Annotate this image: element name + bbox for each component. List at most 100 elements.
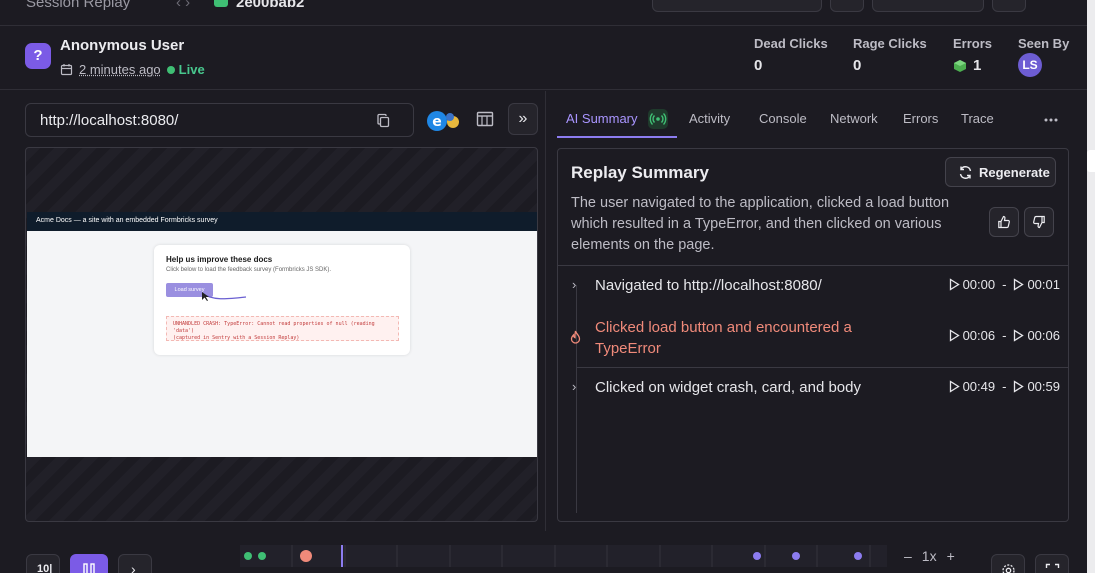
replay-page: Acme Docs — a site with an embedded Form… bbox=[27, 212, 537, 457]
chevron-right-icon[interactable]: › bbox=[572, 379, 576, 394]
rage-clicks-value: 0 bbox=[853, 57, 862, 74]
toolbar-icon-button[interactable] bbox=[830, 0, 864, 12]
range-separator: - bbox=[1002, 277, 1007, 292]
viewport-icon[interactable] bbox=[476, 110, 494, 128]
replay-summary-panel: Replay Summary Regenerate The user navig… bbox=[557, 148, 1069, 522]
zoom-out-button[interactable]: – bbox=[904, 548, 912, 564]
timeline-event-error[interactable]: Clicked load button and encountered a Ty… bbox=[558, 311, 1068, 366]
browser-os-icon: e bbox=[427, 111, 459, 131]
errors-value-row: 1 bbox=[953, 57, 992, 74]
tab-console[interactable]: Console bbox=[759, 111, 807, 126]
user-name[interactable]: Anonymous User bbox=[60, 37, 184, 54]
copy-icon[interactable] bbox=[376, 113, 391, 128]
survey-card-title: Help us improve these docs bbox=[166, 255, 273, 264]
toolbar-button-2[interactable] bbox=[872, 0, 984, 12]
toolbar-button[interactable] bbox=[652, 0, 822, 12]
speed-zoom-controls: – 1x + bbox=[904, 548, 955, 564]
toolbar-icon-button-2[interactable] bbox=[992, 0, 1026, 12]
thumbs-down-button[interactable] bbox=[1024, 207, 1054, 237]
errors-label: Errors bbox=[953, 36, 993, 51]
event-divider bbox=[576, 367, 1068, 368]
settings-button[interactable] bbox=[991, 554, 1025, 573]
event-start: 00:06 bbox=[962, 328, 996, 343]
expand-sidebar-button[interactable]: » bbox=[508, 103, 538, 135]
live-status-badge: Live bbox=[166, 62, 205, 77]
calendar-icon bbox=[60, 64, 73, 76]
current-url: http://localhost:8080/ bbox=[40, 112, 179, 129]
summary-text: The user navigated to the application, c… bbox=[571, 195, 950, 253]
survey-card-subtitle: Click below to load the feedback survey … bbox=[166, 267, 332, 273]
active-tab-indicator bbox=[557, 136, 677, 138]
crash-error-line2: (captured in Sentry with a Session Repla… bbox=[173, 335, 300, 341]
session-id: 2e00bab2 bbox=[236, 0, 305, 11]
event-time-range[interactable]: 00:49 - 00:59 bbox=[949, 379, 1060, 394]
speed-value[interactable]: 1x bbox=[922, 548, 937, 564]
thumbs-down-icon bbox=[1033, 215, 1045, 229]
replay-viewport-frame[interactable]: Acme Docs — a site with an embedded Form… bbox=[25, 147, 538, 522]
play-icon bbox=[949, 278, 960, 291]
flame-icon bbox=[570, 330, 581, 344]
dead-clicks-label: Dead Clicks bbox=[754, 36, 828, 51]
event-text: Clicked on widget crash, card, and body bbox=[595, 379, 861, 396]
survey-card: Help us improve these docs Click below t… bbox=[154, 245, 410, 355]
replay-summary-title: Replay Summary bbox=[571, 163, 709, 182]
play-icon bbox=[1014, 380, 1025, 393]
live-dot-icon bbox=[166, 65, 175, 74]
dead-clicks-value: 0 bbox=[754, 57, 763, 74]
event-end: 00:59 bbox=[1027, 379, 1060, 394]
next-button[interactable]: › bbox=[118, 554, 152, 573]
thumbs-up-button[interactable] bbox=[989, 207, 1019, 237]
range-separator: - bbox=[1002, 379, 1007, 394]
tab-activity[interactable]: Activity bbox=[689, 111, 730, 126]
summary-divider bbox=[558, 265, 1068, 266]
seen-by-avatar[interactable]: LS bbox=[1018, 53, 1042, 77]
event-text: Clicked load button and encountered a Ty… bbox=[595, 319, 852, 357]
chevron-right-icon[interactable]: › bbox=[572, 277, 576, 292]
fullscreen-icon bbox=[1045, 563, 1060, 573]
session-cube-icon bbox=[214, 0, 228, 7]
top-bar: Session Replay ‹ › 2e00bab2 bbox=[0, 0, 1087, 26]
side-panel-handle[interactable] bbox=[1087, 150, 1095, 172]
right-edge-panel bbox=[1087, 0, 1095, 573]
dead-clicks-stat: Dead Clicks 0 bbox=[754, 36, 828, 74]
event-text: Navigated to http://localhost:8080/ bbox=[595, 277, 822, 294]
tab-errors[interactable]: Errors bbox=[903, 111, 938, 126]
event-start: 00:49 bbox=[962, 379, 996, 394]
timeline-event[interactable]: › Navigated to http://localhost:8080/ 00… bbox=[558, 267, 1068, 311]
pause-button[interactable] bbox=[70, 554, 108, 573]
ai-live-badge bbox=[648, 109, 668, 129]
timeline-event[interactable]: › Clicked on widget crash, card, and bod… bbox=[558, 369, 1068, 407]
thumbs-up-icon bbox=[998, 215, 1010, 229]
replay-scrubber[interactable] bbox=[240, 545, 887, 567]
event-time-range[interactable]: 00:06 - 00:06 bbox=[949, 328, 1060, 343]
skip-back-button[interactable]: 10| bbox=[26, 554, 60, 573]
breadcrumb-session-replay[interactable]: Session Replay bbox=[26, 0, 130, 11]
url-bar: http://localhost:8080/ bbox=[25, 103, 414, 137]
refresh-icon bbox=[959, 165, 972, 179]
player-controls: 10| › – 1x + bbox=[0, 540, 1087, 573]
more-options-icon[interactable] bbox=[1043, 114, 1059, 126]
play-icon bbox=[1014, 329, 1025, 342]
event-time-range[interactable]: 00:00 - 00:01 bbox=[949, 277, 1060, 292]
errors-stat[interactable]: Errors 1 bbox=[953, 36, 992, 74]
crash-error-line1: UNHANDLED CRASH: TypeError: Cannot read … bbox=[173, 321, 375, 334]
play-icon bbox=[949, 329, 960, 342]
rewind-10-icon: 10| bbox=[37, 563, 53, 573]
seen-by-label: Seen By bbox=[1018, 36, 1070, 51]
tab-network[interactable]: Network bbox=[830, 111, 878, 126]
fullscreen-button[interactable] bbox=[1035, 554, 1069, 573]
play-icon bbox=[949, 380, 960, 393]
session-user-header: ? Anonymous User 2 minutes ago Live Dead… bbox=[0, 27, 1087, 90]
nav-arrows-icon[interactable]: ‹ › bbox=[176, 0, 190, 11]
regenerate-button[interactable]: Regenerate bbox=[945, 157, 1056, 187]
replay-player-pane: http://localhost:8080/ e » Acme Docs — a… bbox=[0, 91, 546, 531]
tab-trace[interactable]: Trace bbox=[961, 111, 994, 126]
rage-clicks-stat: Rage Clicks 0 bbox=[853, 36, 927, 74]
event-start: 00:00 bbox=[962, 277, 996, 292]
replay-page-header: Acme Docs — a site with an embedded Form… bbox=[27, 212, 537, 231]
tab-ai-summary[interactable]: AI Summary bbox=[566, 111, 638, 126]
live-label: Live bbox=[178, 62, 205, 77]
gear-icon bbox=[1002, 564, 1015, 573]
zoom-in-button[interactable]: + bbox=[947, 548, 955, 564]
chevron-right-icon: › bbox=[131, 561, 136, 573]
